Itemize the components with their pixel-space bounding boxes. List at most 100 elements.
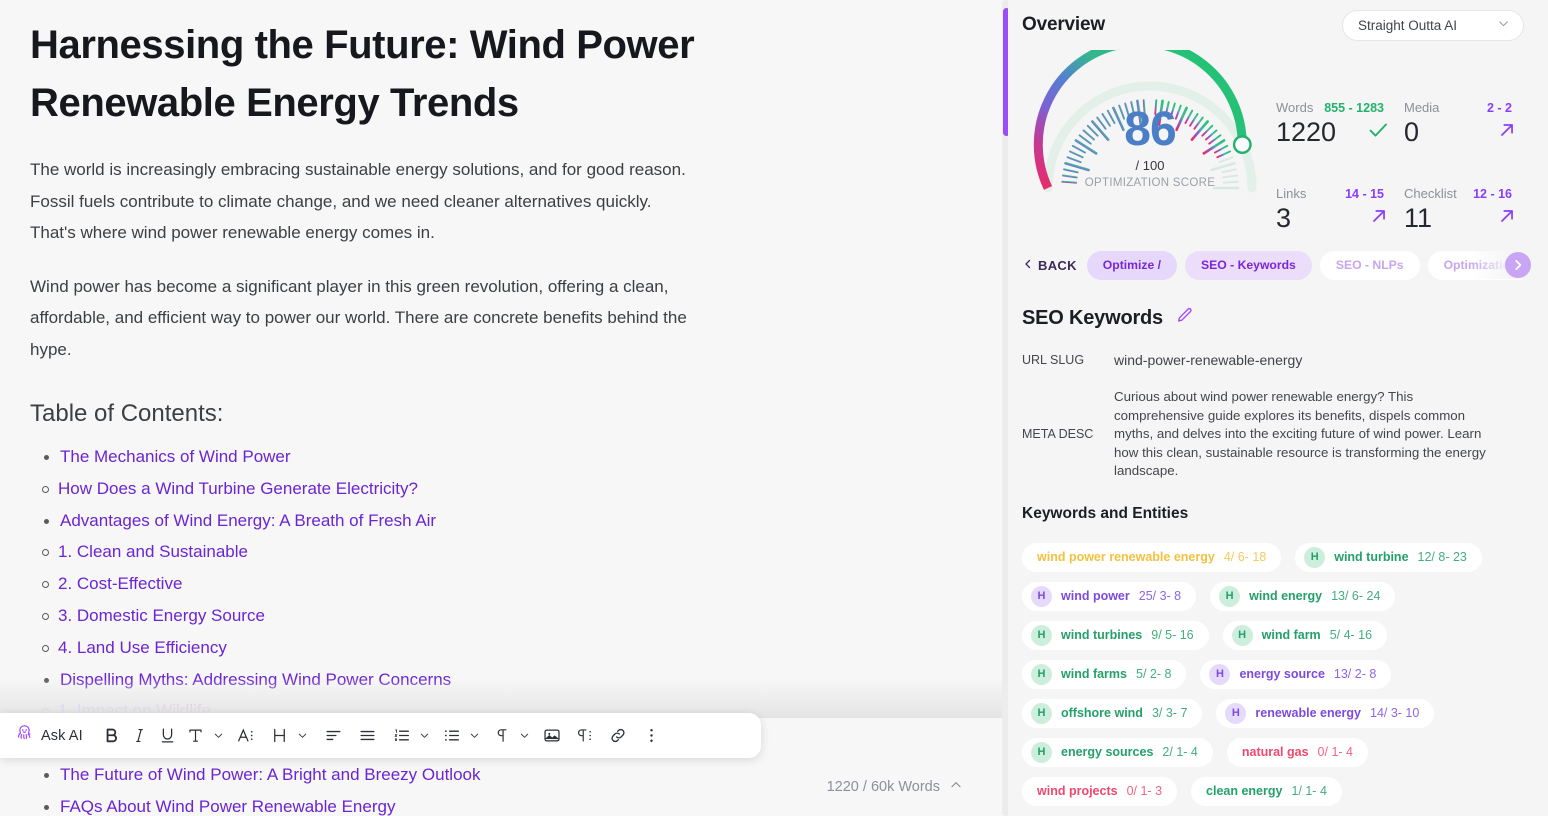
document-body[interactable]: Harnessing the Future: Wind Power Renewa… <box>0 0 1008 816</box>
tabs-scroll-container[interactable]: Optimize / SEO - Keywords SEO - NLPs Optimi… <box>1086 250 1532 280</box>
align-left-button[interactable] <box>321 721 347 751</box>
toc-item[interactable]: Advantages of Wind Energy: A Breath of F… <box>30 505 978 537</box>
toc-subitem-label: 3. Domestic Energy Source <box>58 605 265 625</box>
unordered-list-button[interactable] <box>439 721 465 751</box>
keyword-count: 1/ 1- 4 <box>1291 784 1327 798</box>
font-size-button[interactable] <box>233 721 259 751</box>
toc-subitem[interactable]: 1. Clean and Sustainable <box>30 536 978 568</box>
keyword-count: 13/ 2- 8 <box>1333 667 1377 681</box>
unordered-list-chevron-down-icon[interactable] <box>467 730 483 741</box>
heading-badge-icon: H <box>1031 624 1052 646</box>
edit-pencil-icon[interactable] <box>1175 306 1194 330</box>
document-editor-pane[interactable]: Harnessing the Future: Wind Power Renewa… <box>0 0 1008 816</box>
tab-seo-keywords[interactable]: SEO - Keywords <box>1185 250 1312 280</box>
keyword-chip[interactable]: wind power renewable energy 4/ 6- 18 <box>1022 542 1282 572</box>
toc-subitem-label: 1. Clean and Sustainable <box>58 542 248 562</box>
keyword-chip[interactable]: clean energy 1/ 1- 4 <box>1191 776 1342 806</box>
heading-badge-icon: H <box>1304 546 1326 568</box>
toc-item[interactable]: The Mechanics of Wind Power <box>30 441 978 473</box>
tab-seo-nlps[interactable]: SEO - NLPs <box>1319 250 1420 280</box>
paragraph-spacing-button[interactable] <box>571 721 597 751</box>
font-family-button[interactable] <box>183 721 209 751</box>
arrow-up-right-icon[interactable] <box>1368 205 1390 232</box>
keyword-chip[interactable]: Hwind energy 13/ 6- 24 <box>1210 581 1396 611</box>
align-justify-button[interactable] <box>355 721 381 751</box>
project-select[interactable]: Straight Outta AI <box>1342 9 1524 41</box>
italic-button[interactable] <box>127 721 153 751</box>
seo-keywords-title: SEO Keywords <box>1022 306 1163 329</box>
keyword-chip[interactable]: Hrenewable energy 14/ 3- 10 <box>1216 698 1435 728</box>
octopus-icon <box>14 723 35 749</box>
keyword-chip[interactable]: wind projects 0/ 1- 3 <box>1022 776 1178 806</box>
stat-checklist: Checklist 12 - 16 11 <box>1404 186 1532 234</box>
stat-label: Checklist <box>1404 186 1457 201</box>
toc-sublist: How Does a Wind Turbine Generate Electri… <box>30 473 978 505</box>
url-slug-value[interactable]: wind-power-renewable-energy <box>1114 352 1302 368</box>
heading-badge-icon: H <box>1209 663 1231 685</box>
heading-badge-icon: H <box>1231 624 1253 646</box>
toc-item-label: Advantages of Wind Energy: A Breath of F… <box>60 510 437 530</box>
keyword-term: wind turbines <box>1061 628 1143 642</box>
toc-item-label: Dispelling Myths: Addressing Wind Power … <box>60 669 452 689</box>
paragraph-button[interactable] <box>489 721 515 751</box>
tab-label: SEO - Keywords <box>1201 258 1296 272</box>
tab-optimize[interactable]: Optimize / <box>1086 250 1178 280</box>
back-label: BACK <box>1038 257 1077 273</box>
keyword-chip[interactable]: Hwind turbine 12/ 8- 23 <box>1295 542 1482 572</box>
table-of-contents: The Mechanics of Wind Power How Does a Wi… <box>30 441 978 816</box>
toc-subitem[interactable]: 3. Domestic Energy Source <box>30 600 978 632</box>
keyword-chip[interactable]: Hoffshore wind 3/ 3- 7 <box>1022 698 1203 728</box>
toc-subitem[interactable]: 4. Land Use Efficiency <box>30 632 978 664</box>
keyword-term: wind energy <box>1249 589 1323 603</box>
keyword-count: 5/ 2- 8 <box>1136 667 1172 681</box>
back-button[interactable]: BACK <box>1022 258 1079 273</box>
keyword-chip[interactable]: Hwind farm 5/ 4- 16 <box>1222 620 1388 650</box>
arrow-up-right-icon[interactable] <box>1496 119 1518 146</box>
toc-subitem[interactable]: How Does a Wind Turbine Generate Electri… <box>30 473 978 505</box>
more-options-button[interactable] <box>639 721 665 751</box>
heading-badge-icon: H <box>1031 702 1052 724</box>
keyword-count: 14/ 3- 10 <box>1370 706 1420 720</box>
link-button[interactable] <box>605 721 631 751</box>
toc-item[interactable]: Dispelling Myths: Addressing Wind Power … <box>30 664 978 696</box>
keyword-chip[interactable]: Hwind power 25/ 3- 8 <box>1022 581 1197 611</box>
keyword-term: clean energy <box>1206 784 1283 798</box>
stat-range: 855 - 1283 <box>1324 101 1384 115</box>
font-family-chevron-down-icon[interactable] <box>211 730 227 741</box>
stat-words: Words 855 - 1283 1220 <box>1276 100 1404 148</box>
heading-badge-icon: H <box>1031 741 1052 763</box>
keyword-chip[interactable]: Hwind turbines 9/ 5- 16 <box>1022 620 1209 650</box>
keyword-chip[interactable]: Henergy source 13/ 2- 8 <box>1200 659 1392 689</box>
tab-label: Optimize / <box>1102 258 1162 272</box>
underline-button[interactable] <box>155 721 181 751</box>
chevron-up-icon[interactable] <box>949 778 963 796</box>
toc-item-label: The Future of Wind Power: A Bright and B… <box>60 764 481 784</box>
tabs-next-button[interactable] <box>1505 252 1531 278</box>
url-slug-row: URL SLUG wind-power-renewable-energy <box>1022 352 1532 368</box>
heading-button[interactable] <box>267 721 293 751</box>
toc-subitem-label: How Does a Wind Turbine Generate Electri… <box>58 478 418 498</box>
keyword-count: 5/ 4- 16 <box>1329 628 1373 642</box>
toc-subitem[interactable]: 2. Cost-Effective <box>30 568 978 600</box>
ordered-list-button[interactable] <box>389 721 415 751</box>
heading-chevron-down-icon[interactable] <box>295 730 311 741</box>
meta-desc-value[interactable]: Curious about wind power renewable energ… <box>1114 388 1506 481</box>
image-button[interactable] <box>539 721 565 751</box>
chevron-down-icon <box>1497 17 1510 33</box>
keyword-chip[interactable]: natural gas 0/ 1- 4 <box>1226 737 1368 767</box>
keyword-term: wind power <box>1061 589 1130 603</box>
formatting-toolbar[interactable]: Ask AI <box>0 713 761 758</box>
ask-ai-button[interactable]: Ask AI <box>14 723 91 749</box>
paragraph-chevron-down-icon[interactable] <box>517 730 533 741</box>
toc-item-label: The Mechanics of Wind Power <box>60 447 291 466</box>
arrow-up-right-icon[interactable] <box>1496 205 1518 232</box>
word-count[interactable]: 1220 / 60k Words <box>827 778 963 796</box>
stat-label: Links <box>1276 186 1307 201</box>
bold-button[interactable] <box>99 721 125 751</box>
url-slug-label: URL SLUG <box>1022 353 1085 367</box>
sidebar-header: Overview Straight Outta AI <box>1022 0 1532 44</box>
keyword-chip[interactable]: Hwind farms 5/ 2- 8 <box>1022 659 1187 689</box>
ordered-list-chevron-down-icon[interactable] <box>417 730 433 741</box>
stat-media: Media 2 - 2 0 <box>1404 100 1532 148</box>
keyword-chip[interactable]: Henergy sources 2/ 1- 4 <box>1022 737 1213 767</box>
